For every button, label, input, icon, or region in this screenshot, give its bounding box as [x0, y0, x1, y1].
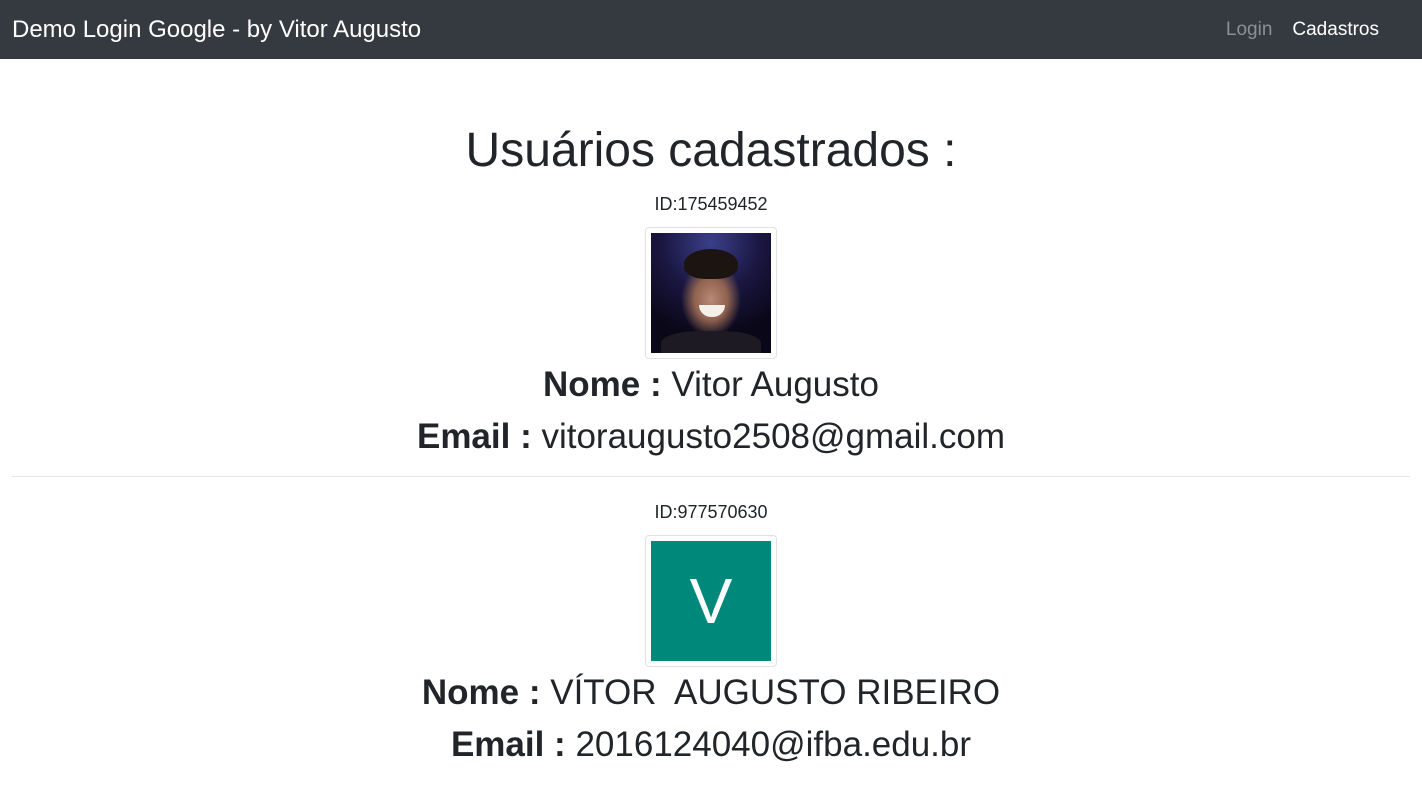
navbar-brand[interactable]: Demo Login Google - by Vitor Augusto [12, 16, 421, 44]
nav-link-cadastros[interactable]: Cadastros [1282, 19, 1389, 41]
user-name: VÍTOR AUGUSTO RIBEIRO [550, 673, 1001, 712]
user-card: ID:175459452 Nome : Vitor Augusto Email … [12, 193, 1410, 477]
email-label: Email : [416, 417, 532, 456]
user-name: Vitor Augusto [671, 365, 879, 404]
nav-links: Login Cadastros [1216, 19, 1410, 41]
user-card: ID:977570630 V Nome : VÍTOR AUGUSTO RIBE… [12, 501, 1410, 771]
user-id: ID:977570630 [654, 502, 768, 522]
nome-label: Nome : [543, 365, 662, 404]
profile-photo [651, 233, 771, 353]
user-name-line: Nome : Vitor Augusto [12, 359, 1410, 411]
avatar: V [645, 535, 777, 667]
profile-photo-shirt [661, 331, 761, 353]
profile-photo-smile [699, 305, 725, 317]
page-title: Usuários cadastrados : [465, 124, 957, 177]
user-name-line: Nome : VÍTOR AUGUSTO RIBEIRO [12, 667, 1410, 719]
user-email-line: Email : 2016124040@ifba.edu.br [12, 719, 1410, 771]
email-label: Email : [450, 725, 566, 764]
user-email: vitoraugusto2508@gmail.com [541, 417, 1006, 456]
user-id: ID:175459452 [654, 194, 768, 214]
user-email-line: Email : vitoraugusto2508@gmail.com [12, 411, 1410, 463]
avatar [645, 227, 777, 359]
divider [12, 476, 1410, 477]
profile-photo-hair [684, 249, 738, 279]
avatar-letter: V [651, 541, 771, 661]
nome-label: Nome : [421, 673, 541, 712]
navbar: Demo Login Google - by Vitor Augusto Log… [0, 0, 1422, 59]
nav-link-login[interactable]: Login [1216, 19, 1283, 41]
user-email: 2016124040@ifba.edu.br [575, 725, 972, 764]
main-content: Usuários cadastrados : ID:175459452 Nome… [12, 122, 1410, 771]
